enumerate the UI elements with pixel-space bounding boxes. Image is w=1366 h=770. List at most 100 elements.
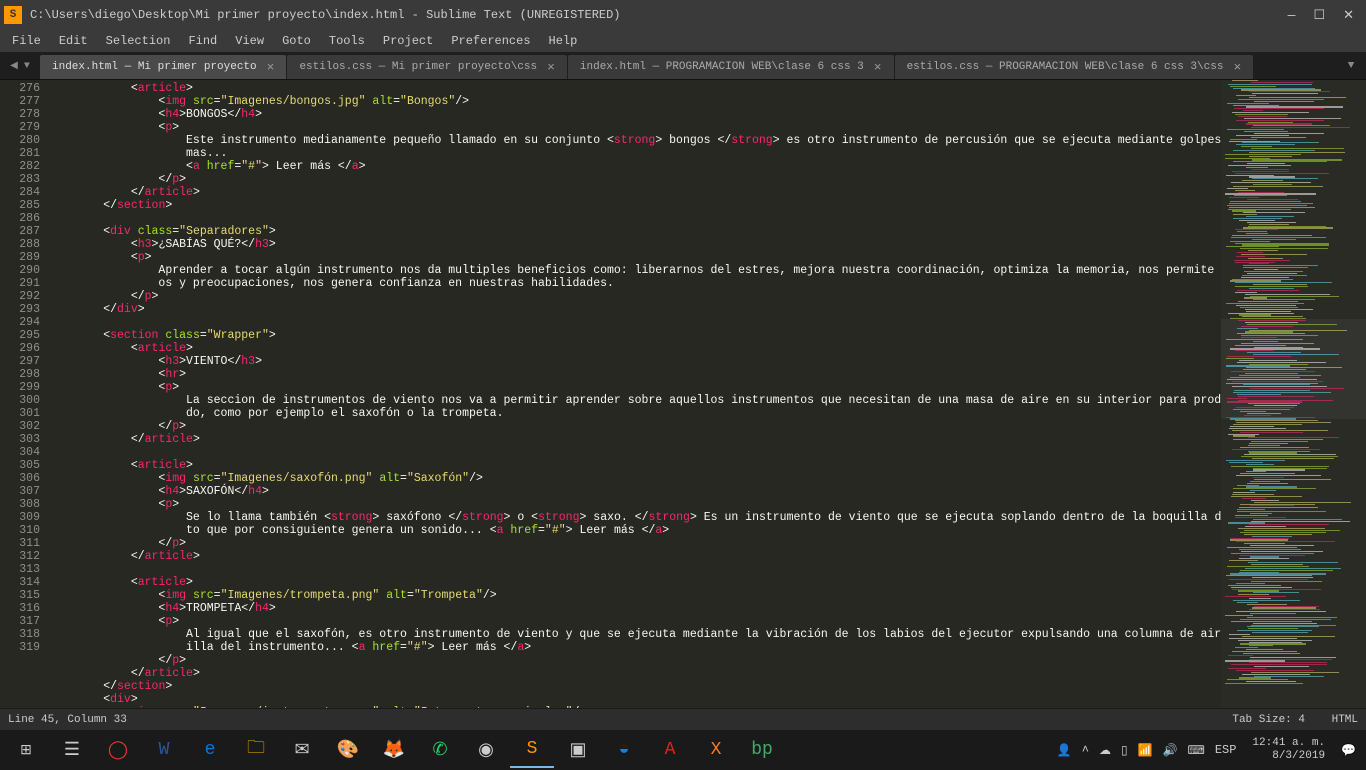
close-button[interactable]: ✕ — [1343, 8, 1354, 23]
menu-item-selection[interactable]: Selection — [98, 32, 179, 50]
line-number: 313 — [0, 563, 40, 576]
system-tray[interactable]: 👤 ˄ ☁ ▯ 📶 🔊 ⌨ ESP 12:41 a. m. 8/3/2019 💬 — [1057, 737, 1362, 763]
battery-icon[interactable]: ▯ — [1121, 743, 1128, 758]
code-line: </p> — [48, 654, 1221, 667]
editor-area: 2762772782792802812822832842852862872882… — [0, 80, 1366, 708]
notifications-icon[interactable]: 💬 — [1341, 743, 1356, 758]
line-number: 303 — [0, 433, 40, 446]
opera-icon[interactable]: ◯ — [96, 732, 140, 768]
start-button[interactable]: ⊞ — [4, 732, 48, 768]
wifi-icon[interactable]: 📶 — [1138, 743, 1153, 758]
word-icon[interactable]: W — [142, 732, 186, 768]
messenger-icon[interactable]: ◒ — [602, 732, 646, 768]
code-content[interactable]: <article> <img src="Imagenes/bongos.jpg"… — [48, 80, 1221, 708]
code-line: <h4>BONGOS</h4> — [48, 108, 1221, 121]
code-line: <hr> — [48, 368, 1221, 381]
minimize-button[interactable]: — — [1288, 8, 1296, 23]
volume-icon[interactable]: 🔊 — [1163, 743, 1178, 758]
menu-item-find[interactable]: Find — [180, 32, 225, 50]
file-tab[interactable]: estilos.css — Mi primer proyecto\css× — [287, 55, 566, 79]
minimap[interactable] — [1221, 80, 1366, 708]
line-number: 283 — [0, 173, 40, 186]
file-explorer-icon[interactable]: 🗀 — [234, 732, 278, 768]
mail-icon[interactable]: ✉ — [280, 732, 324, 768]
code-line: <p> — [48, 381, 1221, 394]
line-number: 302 — [0, 420, 40, 433]
menu-item-help[interactable]: Help — [541, 32, 586, 50]
tab-overflow-menu[interactable]: ▼ — [1336, 52, 1366, 79]
onedrive-icon[interactable]: ☁ — [1099, 743, 1111, 758]
line-number: 286 — [0, 212, 40, 225]
status-tab-size[interactable]: Tab Size: 4 — [1232, 714, 1305, 726]
app-icon-1[interactable]: ▣ — [556, 732, 600, 768]
status-syntax[interactable]: HTML — [1332, 714, 1358, 726]
app-icon-2[interactable]: bp — [740, 732, 784, 768]
line-number: 318 — [0, 628, 40, 641]
code-line: os y preocupaciones, nos genera confianz… — [48, 277, 1221, 290]
code-line: <article> — [48, 342, 1221, 355]
menu-item-view[interactable]: View — [227, 32, 272, 50]
code-line: <p> — [48, 251, 1221, 264]
code-line: </p> — [48, 420, 1221, 433]
maximize-button[interactable]: ☐ — [1313, 8, 1325, 23]
app-logo-icon: S — [4, 6, 22, 24]
code-line: illa del instrumento... <a href="#"> Lee… — [48, 641, 1221, 654]
sublime-text-icon[interactable]: S — [510, 732, 554, 768]
language-indicator[interactable]: ESP — [1215, 743, 1237, 757]
chrome-icon[interactable]: ◉ — [464, 732, 508, 768]
people-icon[interactable]: 👤 — [1057, 743, 1072, 758]
code-line: <img src="Imagenes/instrumentos.png" alt… — [48, 706, 1221, 708]
menu-item-file[interactable]: File — [4, 32, 49, 50]
status-bar: Line 45, Column 33 Tab Size: 4 HTML — [0, 708, 1366, 730]
line-number: 288 — [0, 238, 40, 251]
menu-item-tools[interactable]: Tools — [321, 32, 373, 50]
code-line: <p> — [48, 615, 1221, 628]
file-tab[interactable]: estilos.css — PROGRAMACION WEB\clase 6 c… — [895, 55, 1254, 79]
paint-icon[interactable]: 🎨 — [326, 732, 370, 768]
menu-item-goto[interactable]: Goto — [274, 32, 319, 50]
menu-item-project[interactable]: Project — [375, 32, 441, 50]
edge-icon[interactable]: e — [188, 732, 232, 768]
code-line: <div> — [48, 693, 1221, 706]
tab-close-icon[interactable]: × — [1233, 60, 1241, 75]
code-line: <img src="Imagenes/saxofón.png" alt="Sax… — [48, 472, 1221, 485]
tab-close-icon[interactable]: × — [267, 60, 275, 75]
code-line: </article> — [48, 433, 1221, 446]
line-number: 299 — [0, 381, 40, 394]
task-view-icon[interactable]: ☰ — [50, 732, 94, 768]
menu-item-preferences[interactable]: Preferences — [443, 32, 538, 50]
code-line: <p> — [48, 498, 1221, 511]
line-number: 287 — [0, 225, 40, 238]
line-number: 312 — [0, 550, 40, 563]
code-line: </article> — [48, 667, 1221, 680]
file-tab[interactable]: index.html — Mi primer proyecto× — [40, 55, 286, 79]
code-line: </p> — [48, 537, 1221, 550]
tab-history-dropdown[interactable]: ◀ ▼ — [0, 52, 40, 79]
code-line: <h4>SAXOFÓN</h4> — [48, 485, 1221, 498]
code-line: <article> — [48, 576, 1221, 589]
firefox-icon[interactable]: 🦊 — [372, 732, 416, 768]
code-line: <h3>¿SABÍAS QUÉ?</h3> — [48, 238, 1221, 251]
line-number: 300 — [0, 394, 40, 407]
tab-close-icon[interactable]: × — [547, 60, 555, 75]
whatsapp-icon[interactable]: ✆ — [418, 732, 462, 768]
menu-item-edit[interactable]: Edit — [51, 32, 96, 50]
line-number: 298 — [0, 368, 40, 381]
code-line: </section> — [48, 680, 1221, 693]
keyboard-icon[interactable]: ⌨ — [1187, 743, 1204, 758]
line-number: 289 — [0, 251, 40, 264]
code-line: to que por consiguiente genera un sonido… — [48, 524, 1221, 537]
code-line: <h4>TROMPETA</h4> — [48, 602, 1221, 615]
file-tab[interactable]: index.html — PROGRAMACION WEB\clase 6 cs… — [568, 55, 894, 79]
adobe-reader-icon[interactable]: A — [648, 732, 692, 768]
xampp-icon[interactable]: X — [694, 732, 738, 768]
tray-expand-icon[interactable]: ˄ — [1082, 743, 1089, 757]
tab-close-icon[interactable]: × — [874, 60, 882, 75]
line-number: 315 — [0, 589, 40, 602]
code-line: Al igual que el saxofón, es otro instrum… — [48, 628, 1221, 641]
line-number: 280 — [0, 134, 40, 147]
line-number: 279 — [0, 121, 40, 134]
taskbar-clock[interactable]: 12:41 a. m. 8/3/2019 — [1246, 737, 1331, 763]
code-line: La seccion de instrumentos de viento nos… — [48, 394, 1221, 407]
code-line — [48, 446, 1221, 459]
